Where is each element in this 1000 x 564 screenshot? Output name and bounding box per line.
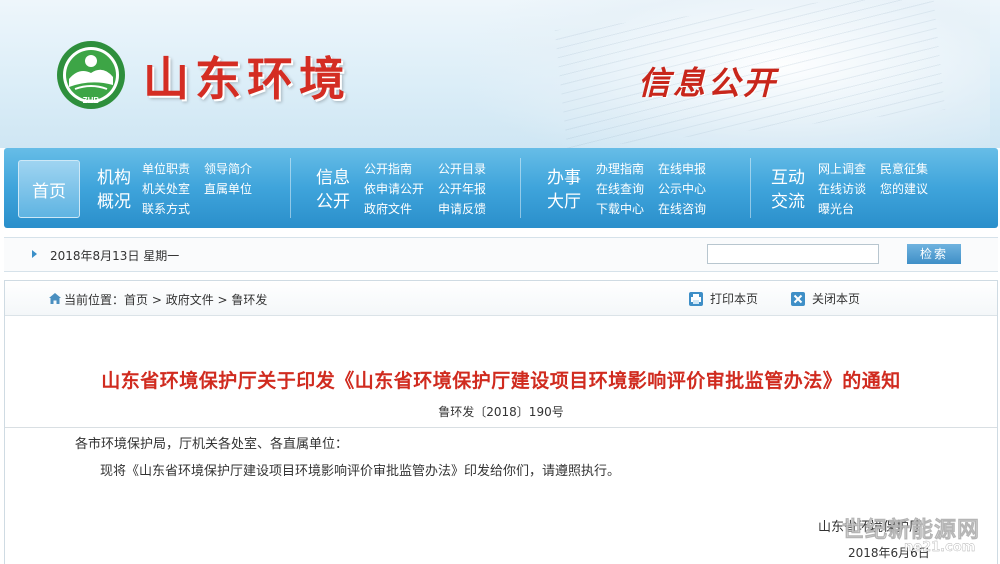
breadcrumb-government-documents[interactable]: 政府文件: [166, 293, 214, 307]
nav-category-label: 大厅: [547, 192, 581, 212]
nav-links-organization: 单位职责 领导简介 机关处室 直属单位 联系方式: [142, 160, 252, 218]
document-title: 山东省环境保护厅关于印发《山东省环境保护厅建设项目环境影响评价审批监管办法》的通…: [101, 370, 901, 392]
search-button[interactable]: 检索: [907, 244, 961, 264]
home-icon: [49, 293, 61, 304]
close-page-button[interactable]: 关闭本页: [791, 290, 860, 307]
nav-link-departments[interactable]: 机关处室: [142, 180, 190, 198]
nav-link-disclosure-on-request[interactable]: 依申请公开: [364, 180, 424, 198]
nav-category-disclosure[interactable]: 信息 公开: [313, 166, 353, 214]
nav-link-exposure[interactable]: 曝光台: [818, 200, 866, 218]
nav-link-subordinate-units[interactable]: 直属单位: [204, 180, 252, 198]
date-search-bar: 2018年8月13日 星期一 检索: [4, 237, 998, 272]
breadcrumb-current: 鲁环发: [231, 293, 268, 307]
banner-slogan: 信息公开: [638, 64, 779, 102]
nav-link-service-guide[interactable]: 办理指南: [596, 160, 644, 178]
nav-category-label: 互动: [771, 168, 805, 188]
header-banner: ZHB 山东环境 信息公开: [0, 0, 1000, 148]
nav-link-public-opinion[interactable]: 民意征集: [880, 160, 928, 178]
breadcrumb-separator: >: [213, 293, 232, 307]
nav-category-label: 概况: [97, 192, 131, 212]
print-page-button[interactable]: 打印本页: [689, 290, 758, 307]
nav-link-online-application[interactable]: 在线申报: [658, 160, 706, 178]
nav-link-responsibilities[interactable]: 单位职责: [142, 160, 190, 178]
breadcrumb-prefix: 当前位置：: [64, 293, 125, 307]
nav-home-button[interactable]: 首页: [18, 160, 80, 218]
nav-link-download-center[interactable]: 下载中心: [596, 200, 644, 218]
document-number: 鲁环发〔2018〕190号: [438, 405, 564, 419]
arrow-bullet-icon: [32, 250, 37, 258]
nav-link-government-documents[interactable]: 政府文件: [364, 200, 424, 218]
main-nav: 首页 机构 概况 单位职责 领导简介 机关处室 直属单位 联系方式 信息 公开 …: [4, 148, 998, 228]
nav-link-public-notice[interactable]: 公示中心: [658, 180, 706, 198]
nav-link-disclosure-guide[interactable]: 公开指南: [364, 160, 424, 178]
breadcrumb: 当前位置：首页 > 政府文件 > 鲁环发: [64, 291, 267, 308]
print-icon: [689, 291, 703, 306]
nav-category-label: 交流: [771, 192, 805, 212]
nav-category-organization[interactable]: 机构 概况: [94, 166, 134, 214]
nav-category-label: 信息: [316, 168, 350, 188]
watermark-url: ne21.com: [904, 540, 976, 555]
close-page-label: 关闭本页: [812, 292, 861, 306]
nav-links-disclosure: 公开指南 公开目录 依申请公开 公开年报 政府文件 申请反馈: [364, 160, 486, 218]
nav-link-request-feedback[interactable]: 申请反馈: [438, 200, 486, 218]
document-body: 现将《山东省环境保护厅建设项目环境影响评价审批监管办法》印发给你们，请遵照执行。: [100, 464, 621, 479]
nav-link-annual-report[interactable]: 公开年报: [438, 180, 486, 198]
nav-link-online-survey[interactable]: 网上调查: [818, 160, 866, 178]
logo-text: ZHB: [83, 96, 100, 105]
nav-link-contact[interactable]: 联系方式: [142, 200, 190, 218]
nav-divider: [520, 158, 521, 218]
nav-link-leaders[interactable]: 领导简介: [204, 160, 252, 178]
nav-category-label: 机构: [97, 168, 131, 188]
nav-category-label: 办事: [547, 168, 581, 188]
current-date: 2018年8月13日 星期一: [50, 249, 180, 263]
nav-category-interaction[interactable]: 互动 交流: [768, 166, 808, 214]
nav-category-label: 公开: [316, 192, 350, 212]
breadcrumb-separator: >: [148, 293, 166, 307]
nav-divider: [750, 158, 751, 218]
nav-category-services[interactable]: 办事 大厅: [544, 166, 584, 214]
environment-logo-icon: ZHB: [57, 41, 125, 109]
nav-link-disclosure-catalog[interactable]: 公开目录: [438, 160, 486, 178]
print-page-label: 打印本页: [710, 292, 759, 306]
title-divider: [5, 427, 997, 428]
nav-links-services: 办理指南 在线申报 在线查询 公示中心 下载中心 在线咨询: [596, 160, 706, 218]
nav-link-online-consultation[interactable]: 在线咨询: [658, 200, 706, 218]
nav-link-suggestions[interactable]: 您的建议: [880, 180, 928, 198]
document-salutation: 各市环境保护局，厅机关各处室、各直属单位：: [75, 437, 349, 452]
site-name: 山东环境: [143, 52, 351, 106]
nav-divider: [290, 158, 291, 218]
breadcrumb-bar: 当前位置：首页 > 政府文件 > 鲁环发 打印本页 关闭本页: [5, 281, 997, 316]
search-input[interactable]: [707, 244, 879, 264]
nav-link-online-interview[interactable]: 在线访谈: [818, 180, 866, 198]
breadcrumb-home[interactable]: 首页: [124, 293, 148, 307]
nav-links-interaction: 网上调查 民意征集 在线访谈 您的建议 曝光台: [818, 160, 928, 218]
close-icon: [791, 291, 805, 306]
nav-link-online-query[interactable]: 在线查询: [596, 180, 644, 198]
